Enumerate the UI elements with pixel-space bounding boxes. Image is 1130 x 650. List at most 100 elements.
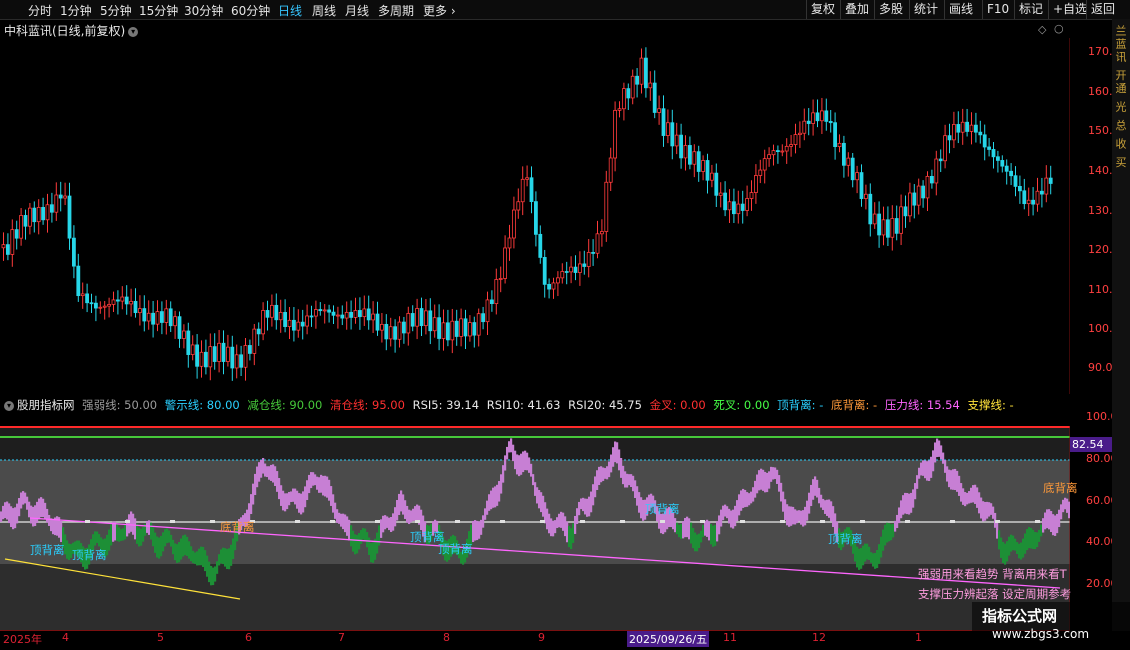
- candle-body: [489, 299, 494, 305]
- rsi-band: [792, 506, 795, 525]
- indicator-item: 底背离: -: [831, 398, 878, 412]
- candle-body: [833, 122, 837, 147]
- btn-fuquan[interactable]: 复权: [806, 0, 839, 19]
- rsi-band: [574, 515, 577, 534]
- candle-body: [102, 305, 107, 308]
- rsi-band: [386, 516, 389, 528]
- indicator-name[interactable]: 股朋指标网: [17, 398, 75, 412]
- rsi-band: [934, 442, 937, 463]
- rsi-band: [128, 514, 131, 534]
- midline-marker: [455, 520, 460, 523]
- rsi-band: [634, 480, 637, 498]
- candle-body: [1035, 190, 1040, 205]
- tab-30min[interactable]: 30分钟: [184, 2, 223, 19]
- chevron-down-icon[interactable]: ▾: [128, 26, 139, 37]
- candle-body: [1026, 199, 1031, 205]
- rsi-band: [526, 452, 529, 471]
- candle-body: [384, 323, 389, 340]
- rsi-band: [572, 523, 575, 543]
- candle-body: [586, 252, 591, 267]
- rsi-band: [414, 506, 417, 521]
- rsi-band: [946, 466, 949, 482]
- chevron-down-icon[interactable]: ▾: [4, 400, 14, 411]
- candle-body: [186, 330, 191, 355]
- btn-f10[interactable]: F10: [982, 0, 1013, 19]
- rsi-band: [20, 492, 23, 509]
- rsi-band: [304, 486, 307, 508]
- rsi-band: [154, 532, 157, 553]
- candle-body: [578, 263, 582, 273]
- stock-title[interactable]: 中科蓝讯(日线,前复权) ▾: [4, 22, 139, 39]
- tab-multi-period[interactable]: 多周期: [378, 2, 414, 19]
- rsi-band: [924, 460, 927, 479]
- btn-stats[interactable]: 统计: [909, 0, 942, 19]
- tab-daily[interactable]: 日线: [278, 2, 302, 19]
- rsi-band: [542, 495, 545, 517]
- rsi-band: [626, 473, 629, 488]
- candlestick-chart[interactable]: [0, 38, 1070, 394]
- candle-body: [116, 299, 120, 302]
- rsi-band: [290, 491, 293, 503]
- rsi-band: [532, 474, 535, 486]
- candle-body: [54, 194, 59, 213]
- rsi-band: [308, 474, 311, 494]
- rsi-band: [152, 527, 155, 547]
- candle-body: [894, 218, 899, 234]
- candle-body: [195, 344, 200, 367]
- tab-weekly[interactable]: 周线: [312, 2, 336, 19]
- rsi-band: [412, 508, 415, 521]
- candle-body: [925, 175, 930, 199]
- btn-back[interactable]: 返回: [1086, 0, 1119, 19]
- tab-timeshare[interactable]: 分时: [28, 2, 52, 19]
- rsi-band: [520, 453, 523, 475]
- candle-body: [50, 204, 54, 213]
- tab-1min[interactable]: 1分钟: [60, 2, 92, 19]
- rsi-band: [276, 471, 279, 492]
- candle-body: [203, 351, 208, 368]
- candle-body: [159, 311, 164, 323]
- tab-more[interactable]: 更多 ›: [423, 2, 456, 19]
- rsi-band: [890, 524, 893, 541]
- btn-overlay[interactable]: 叠加: [840, 0, 873, 19]
- candle-body: [745, 198, 749, 211]
- candle-body: [36, 207, 41, 223]
- rsi-band: [1024, 533, 1027, 554]
- candle-body: [454, 320, 459, 337]
- rsi-band: [518, 455, 521, 477]
- rsi-band: [1006, 541, 1009, 562]
- btn-draw[interactable]: 画线: [944, 0, 977, 19]
- rsi-band: [956, 470, 959, 492]
- tab-15min[interactable]: 15分钟: [139, 2, 178, 19]
- btn-add-watchlist[interactable]: +自选: [1048, 0, 1091, 19]
- btn-mark[interactable]: 标记: [1014, 0, 1047, 19]
- candle-body: [217, 342, 222, 362]
- rsi-band: [868, 546, 871, 560]
- candle-body: [472, 322, 477, 336]
- rsi-band: [642, 499, 645, 521]
- diamond-icon[interactable]: ◇: [1038, 23, 1046, 36]
- rsi-band: [830, 501, 833, 522]
- rsi-band: [146, 520, 149, 533]
- rsi-band: [930, 456, 933, 478]
- candle-body: [58, 194, 63, 199]
- circle-icon[interactable]: ○: [1054, 22, 1064, 35]
- rsi-band: [858, 548, 861, 570]
- tab-60min[interactable]: 60分钟: [231, 2, 270, 19]
- rsi-band: [530, 463, 533, 477]
- btn-multi-stock[interactable]: 多股: [874, 0, 907, 19]
- rsi-band: [674, 518, 677, 533]
- bottom-divergence-label: 底背离: [220, 520, 255, 534]
- indicator-chart[interactable]: [0, 426, 1070, 630]
- rsi-band: [364, 528, 367, 542]
- candle-body: [754, 175, 758, 193]
- rsi-band: [232, 538, 235, 560]
- candle-body: [666, 122, 670, 136]
- rsi-band: [284, 493, 287, 512]
- candle-body: [696, 151, 701, 172]
- rsi-band: [218, 554, 221, 566]
- tab-5min[interactable]: 5分钟: [100, 2, 132, 19]
- indicator-item: 减仓线: 90.00: [247, 398, 323, 412]
- candle-body: [723, 192, 727, 211]
- rsi-band: [170, 534, 173, 547]
- tab-monthly[interactable]: 月线: [345, 2, 369, 19]
